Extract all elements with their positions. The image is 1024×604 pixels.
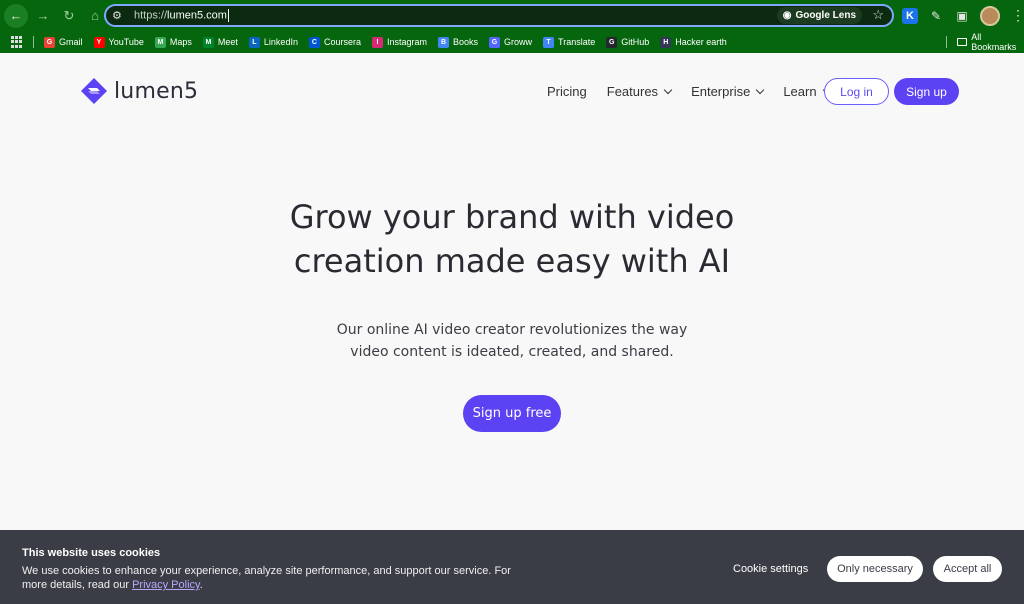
lumen5-logo[interactable]: lumen5 <box>80 77 198 105</box>
instagram-icon: I <box>371 36 383 48</box>
hackerearth-icon: H <box>660 36 672 48</box>
google-books-icon: B <box>438 36 449 48</box>
hero-title: Grow your brand with video creation made… <box>0 195 1024 283</box>
bookmark-item[interactable]: G GitHub <box>606 36 649 48</box>
nav-features[interactable]: Features <box>607 84 673 99</box>
eyedropper-icon[interactable]: ✎ <box>928 8 944 24</box>
bookmark-list: G Gmail Y YouTube M Maps M Meet L LinkedIn C Course… <box>44 36 738 48</box>
bookmark-item[interactable]: C Coursera <box>308 36 361 48</box>
address-bar[interactable]: ⚙ https://lumen5.com ◉ Google Lens ☆ <box>104 4 894 27</box>
bookmarks-bar: G Gmail Y YouTube M Maps M Meet L LinkedIn C Course… <box>0 31 1024 53</box>
hero-subtitle-line: Our online AI video creator revolutioniz… <box>336 322 688 338</box>
site-info-icon[interactable]: ⚙ <box>112 9 134 22</box>
bookmark-item[interactable]: M Maps <box>154 36 192 48</box>
coursera-icon: C <box>308 36 320 48</box>
bookmark-item[interactable]: G Gmail <box>44 36 83 48</box>
forward-arrow-icon[interactable]: → <box>32 5 54 27</box>
cookie-title: This website uses cookies <box>22 547 161 559</box>
chevron-down-icon <box>663 85 673 94</box>
all-bookmarks-button[interactable]: All Bookmarks <box>946 32 1024 52</box>
bookmarks-separator <box>33 36 34 48</box>
gmail-icon: G <box>44 36 55 48</box>
bookmark-item[interactable]: B Books <box>438 36 478 48</box>
linkedin-icon: L <box>248 36 260 48</box>
maps-icon: M <box>154 36 166 48</box>
groww-icon: G <box>489 36 501 48</box>
bookmark-item[interactable]: T Translate <box>543 36 595 48</box>
bookmark-item[interactable]: L LinkedIn <box>248 36 298 48</box>
bookmark-item[interactable]: I Instagram <box>371 36 427 48</box>
cookie-banner: This website uses cookies We use cookies… <box>0 530 1024 604</box>
menu-kebab-icon[interactable]: ⋮ <box>1010 7 1024 24</box>
github-icon: G <box>606 36 618 48</box>
hero-subtitle: Our online AI video creator revolutioniz… <box>0 319 1024 363</box>
bookmark-item[interactable]: Y YouTube <box>93 36 144 48</box>
youtube-icon: Y <box>93 36 105 48</box>
accept-all-button[interactable]: Accept all <box>933 556 1002 582</box>
nav-enterprise[interactable]: Enterprise <box>691 84 765 99</box>
cookie-text: We use cookies to enhance your experienc… <box>22 565 511 591</box>
browser-toolbar: ← → ↻ ⌂ ⚙ https://lumen5.com ◉ Google Le… <box>0 0 1024 31</box>
bookmark-item[interactable]: G Groww <box>489 36 532 48</box>
chevron-down-icon <box>756 85 765 94</box>
main-nav: Pricing Features Enterprise Learn <box>547 78 850 104</box>
home-icon[interactable]: ⌂ <box>84 5 106 27</box>
hero-title-line: creation made easy with AI <box>293 242 731 280</box>
logo-text: lumen5 <box>114 78 199 104</box>
extension-k-icon[interactable]: K <box>902 7 918 24</box>
bookmark-star-icon[interactable]: ☆ <box>872 7 884 23</box>
only-necessary-button[interactable]: Only necessary <box>827 556 923 582</box>
signup-free-button[interactable]: Sign up free <box>463 395 561 432</box>
lumen5-logo-icon <box>81 78 107 104</box>
nav-pricing[interactable]: Pricing <box>547 84 587 99</box>
translate-icon: T <box>543 36 555 48</box>
back-arrow-icon[interactable]: ← <box>4 3 28 28</box>
url-text[interactable]: https://lumen5.com <box>134 9 229 22</box>
meet-icon: M <box>202 36 214 48</box>
bookmark-item[interactable]: H Hacker earth <box>660 36 727 48</box>
apps-grid-icon[interactable] <box>11 36 23 48</box>
login-button[interactable]: Log in <box>824 78 889 105</box>
reload-icon[interactable]: ↻ <box>58 5 80 27</box>
hero-subtitle-line: video content is ideated, created, and s… <box>350 344 674 360</box>
folder-icon <box>956 38 968 46</box>
cookie-settings-button[interactable]: Cookie settings <box>733 563 808 575</box>
bookmarks-separator <box>946 36 947 48</box>
profile-avatar[interactable] <box>980 5 1000 26</box>
extensions-puzzle-icon[interactable]: ▣ <box>954 8 970 24</box>
nav-learn[interactable]: Learn <box>783 84 831 99</box>
bookmark-item[interactable]: M Meet <box>202 36 238 48</box>
signup-button[interactable]: Sign up <box>894 78 959 105</box>
lumen5-page: lumen5 Pricing Features Enterprise Learn… <box>0 53 1024 604</box>
hero-title-line: Grow your brand with video <box>289 198 735 236</box>
lens-icon: ◉ <box>782 10 792 21</box>
privacy-policy-link[interactable]: Privacy Policy <box>132 579 200 591</box>
google-lens-button[interactable]: ◉ Google Lens <box>776 7 862 24</box>
toolbar-extensions: K ✎ ▣ ⋮ <box>902 4 1024 27</box>
